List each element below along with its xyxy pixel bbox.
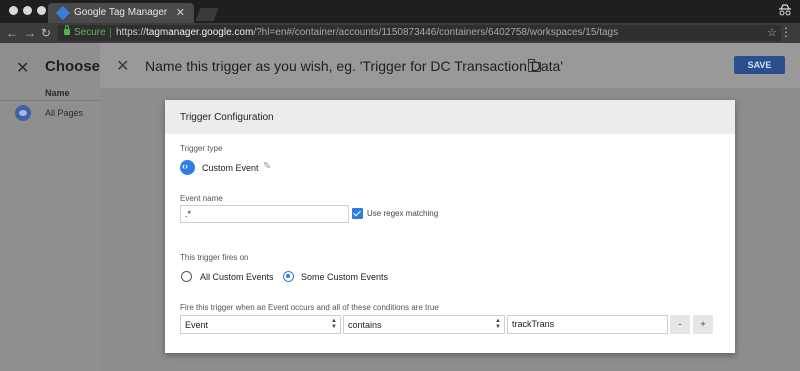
maximize-window-button[interactable] <box>37 6 46 15</box>
condition-value-input[interactable]: trackTrans <box>507 315 668 334</box>
tab-close-icon[interactable]: ✕ <box>176 6 185 19</box>
back-arrow-icon[interactable]: ← <box>6 26 18 40</box>
close-window-button[interactable] <box>9 6 18 15</box>
bookmark-star-icon[interactable]: ☆ <box>767 26 777 39</box>
minimize-window-button[interactable] <box>23 6 32 15</box>
operator-select[interactable]: contains ▲ ▼ <box>343 315 505 334</box>
trigger-type-value[interactable]: Custom Event <box>202 163 259 173</box>
url-text: https://tagmanager.google.com/?hl=en#/co… <box>116 27 618 38</box>
incognito-icon <box>779 4 791 16</box>
all-custom-events-radio[interactable] <box>181 271 192 282</box>
name-column-header: Name <box>45 88 70 98</box>
url-scheme: https:// <box>116 27 147 38</box>
trigger-configuration-card: Trigger Configuration Trigger type ‹› Cu… <box>165 100 735 353</box>
lock-icon <box>64 25 70 35</box>
new-tab-button[interactable] <box>195 8 219 21</box>
browser-tab-bar: Google Tag Manager ✕ <box>0 0 800 23</box>
variable-select-value: Event <box>185 320 209 330</box>
close-panel-icon[interactable]: ✕ <box>16 58 29 78</box>
operator-select-value: contains <box>348 320 382 330</box>
reload-icon[interactable]: ↻ <box>41 26 51 40</box>
trigger-type-label: Trigger type <box>180 144 223 153</box>
divider <box>0 100 100 101</box>
card-title: Trigger Configuration <box>180 112 274 123</box>
trigger-name-field[interactable]: Name this trigger as you wish, eg. 'Trig… <box>145 58 563 74</box>
variable-select[interactable]: Event ▲ ▼ <box>180 315 341 334</box>
save-button[interactable]: SAVE <box>734 56 785 74</box>
browser-menu-icon[interactable]: ⋮ <box>780 25 792 39</box>
folder-icon[interactable] <box>527 59 541 72</box>
url-path: /?hl=en#/container/accounts/1150873446/c… <box>253 27 619 38</box>
browser-tab[interactable]: Google Tag Manager ✕ <box>48 3 194 23</box>
remove-condition-button[interactable]: - <box>670 315 690 334</box>
regex-label: Use regex matching <box>367 209 439 218</box>
close-editor-icon[interactable]: ✕ <box>116 56 129 76</box>
forward-arrow-icon[interactable]: → <box>24 26 36 40</box>
custom-event-icon: ‹› <box>180 160 195 175</box>
condition-label: Fire this trigger when an Event occurs a… <box>180 303 439 312</box>
trigger-list-item[interactable]: All Pages <box>45 108 83 118</box>
add-condition-button[interactable]: + <box>693 315 713 334</box>
url-host: tagmanager.google.com <box>146 27 254 38</box>
event-name-label: Event name <box>180 194 223 203</box>
some-custom-events-radio[interactable] <box>283 271 294 282</box>
card-header: Trigger Configuration <box>165 100 735 134</box>
tab-title: Google Tag Manager <box>74 7 168 18</box>
address-separator <box>110 28 111 38</box>
select-arrows-icon: ▲ ▼ <box>331 318 337 330</box>
fires-on-label: This trigger fires on <box>180 253 249 262</box>
regex-checkbox[interactable] <box>352 208 363 219</box>
edit-pencil-icon[interactable]: ✎ <box>263 161 271 172</box>
gtm-logo-icon <box>55 5 71 21</box>
address-bar[interactable]: Secure https://tagmanager.google.com/?hl… <box>58 25 781 41</box>
all-custom-events-label: All Custom Events <box>200 272 274 282</box>
event-name-input[interactable]: .* <box>180 205 349 223</box>
select-arrows-icon: ▲ ▼ <box>495 318 501 330</box>
browser-toolbar: ← → ↻ Secure https://tagmanager.google.c… <box>0 23 800 43</box>
eye-icon <box>15 105 31 121</box>
some-custom-events-label: Some Custom Events <box>301 272 389 282</box>
secure-label: Secure <box>74 27 106 38</box>
